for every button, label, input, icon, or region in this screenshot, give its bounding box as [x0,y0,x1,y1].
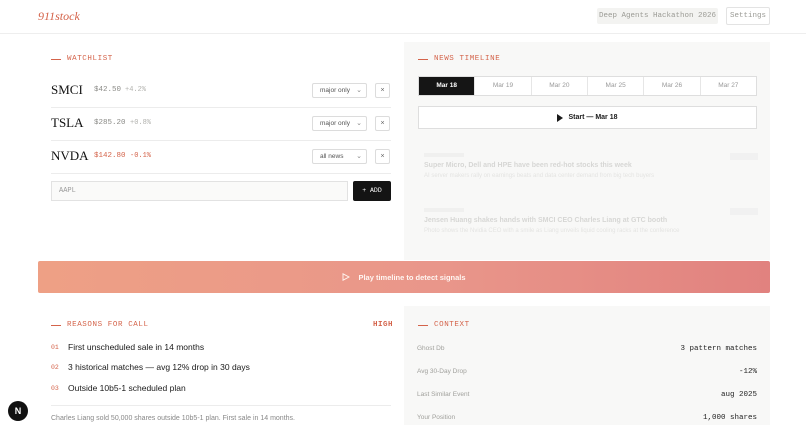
news-headline: Jensen Huang shakes hands with SMCI CEO … [424,217,668,224]
reason-text: First unscheduled sale in 14 months [68,342,205,352]
play-timeline-banner[interactable]: Play timeline to detect signals [38,261,770,293]
news-filter-value: major only [320,87,350,94]
reasons-divider [51,405,391,406]
context-title: CONTEXT [434,321,470,329]
watchlist-row: NVDA $142.80 -0.1% all news ⌄ × [51,141,391,174]
heading-dash [51,58,61,60]
date-tab[interactable]: Mar 18 [419,77,475,95]
context-value: 3 pattern matches [680,345,757,353]
watchlist-title: WATCHLIST [67,55,113,63]
chevron-down-icon: ⌄ [356,120,362,127]
news-filter-value: all news [320,153,344,160]
date-tab[interactable]: Mar 19 [474,77,530,95]
news-headline: Super Micro, Dell and HPE have been red-… [424,162,632,169]
ticker-symbol[interactable]: NVDA [51,148,89,164]
context-row: Avg 30-Day Drop -12% [417,368,757,380]
context-row: Ghost Db 3 pattern matches [417,345,757,357]
news-item: Jensen Huang shakes hands with SMCI CEO … [424,208,758,234]
reasons-title: REASONS FOR CALL [67,321,149,329]
news-summary: Photo shows the Nvidia CEO with a smile … [424,228,680,234]
play-icon [557,113,564,122]
date-tab[interactable]: Mar 25 [586,77,643,95]
news-filter-select[interactable]: major only ⌄ [312,83,367,98]
context-key: Avg 30-Day Drop [417,368,467,375]
heading-dash [51,324,61,326]
reasons-summary: Charles Liang sold 50,000 shares outside… [51,415,295,422]
watchlist-heading: WATCHLIST [51,55,113,63]
ticker-price: $142.80 [94,152,126,160]
ticker-symbol[interactable]: SMCI [51,82,83,98]
context-key: Your Position [417,414,456,421]
watchlist-row: SMCI $42.50 +4.2% major only ⌄ × [51,75,391,108]
ticker-change: +0.8% [130,119,152,127]
app-logo[interactable]: 911stock [38,9,80,24]
reason-text: 3 historical matches — avg 12% drop in 3… [68,362,250,372]
reasons-heading: REASONS FOR CALL [51,321,149,329]
heading-dash [418,58,428,60]
reason-number: 02 [51,363,59,371]
start-timeline-label: Start — Mar 18 [568,114,618,121]
news-filter-select[interactable]: major only ⌄ [312,116,367,131]
hackathon-badge: Deep Agents Hackathon 2026 [597,8,718,24]
ticker-symbol[interactable]: TSLA [51,115,84,131]
remove-ticker-button[interactable]: × [375,116,390,131]
remove-ticker-button[interactable]: × [375,149,390,164]
context-value: -12% [738,368,757,376]
news-timeline-title: NEWS TIMELINE [434,55,501,63]
settings-button[interactable]: Settings [726,7,770,25]
reason-number: 03 [51,384,59,392]
reason-item: 02 3 historical matches — avg 12% drop i… [51,362,250,372]
date-tab[interactable]: Mar 27 [699,77,756,95]
heading-dash [418,324,428,326]
add-ticker-input[interactable]: AAPL [51,181,348,201]
chevron-down-icon: ⌄ [356,153,362,160]
news-summary: AI server makers rally on earnings beats… [424,173,655,179]
context-key: Ghost Db [417,345,445,352]
ticker-price: $42.50 [94,86,122,94]
news-filter-value: major only [320,120,350,127]
reason-text: Outside 10b5-1 scheduled plan [68,383,186,393]
remove-ticker-button[interactable]: × [375,83,390,98]
play-timeline-label: Play timeline to detect signals [358,272,466,282]
context-row: Your Position 1,000 shares [417,414,757,425]
add-ticker-button[interactable]: + ADD [353,181,391,201]
start-timeline-button[interactable]: Start — Mar 18 [418,106,757,129]
ticker-price: $285.20 [94,119,126,127]
news-filter-select[interactable]: all news ⌄ [312,149,367,164]
signal-level-badge: HIGH [373,321,394,329]
date-tabs: Mar 18 Mar 19 Mar 20 Mar 25 Mar 26 Mar 2… [418,76,757,96]
ticker-change: -0.1% [130,152,152,160]
play-outline-icon [342,273,351,281]
news-tag-placeholder [730,153,758,160]
date-tab[interactable]: Mar 20 [530,77,587,95]
context-key: Last Similar Event [417,391,470,398]
context-value: 1,000 shares [702,414,757,422]
news-item: Super Micro, Dell and HPE have been red-… [424,153,758,179]
watchlist-row: TSLA $285.20 +0.8% major only ⌄ × [51,108,391,141]
context-value: aug 2025 [720,391,757,399]
user-avatar[interactable]: N [8,401,28,421]
news-meta-placeholder [424,208,464,212]
chevron-down-icon: ⌄ [356,87,362,94]
reason-number: 01 [51,343,59,351]
app-header: 911stock Deep Agents Hackathon 2026 Sett… [0,0,806,34]
news-tag-placeholder [730,208,758,215]
news-meta-placeholder [424,153,464,157]
news-timeline-heading: NEWS TIMELINE [418,55,500,63]
date-tab[interactable]: Mar 26 [643,77,699,95]
context-row: Last Similar Event aug 2025 [417,391,757,403]
context-heading: CONTEXT [418,321,470,329]
reason-item: 01 First unscheduled sale in 14 months [51,342,204,352]
ticker-change: +4.2% [125,86,147,94]
reason-item: 03 Outside 10b5-1 scheduled plan [51,383,186,393]
